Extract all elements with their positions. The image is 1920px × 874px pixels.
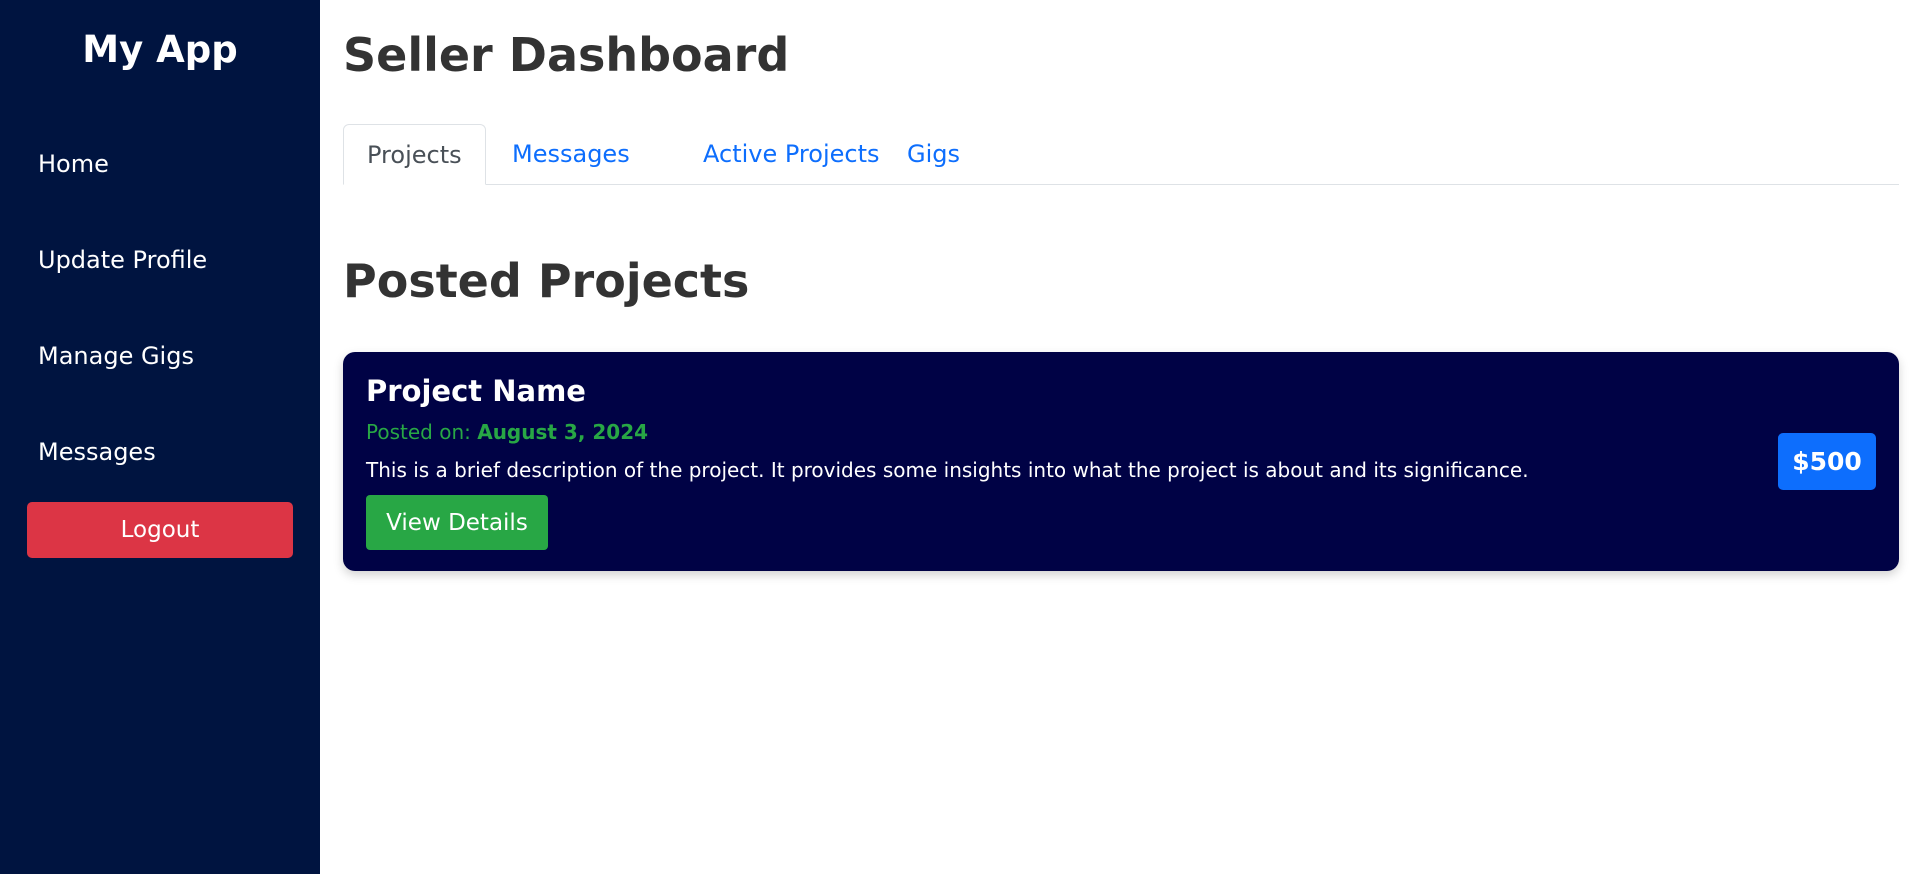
tab-bar: Projects Messages Active Projects Gigs: [343, 124, 1899, 185]
posted-date-value: August 3, 2024: [477, 420, 649, 444]
main-content: Seller Dashboard Projects Messages Activ…: [320, 0, 1920, 874]
sidebar-item-messages[interactable]: Messages: [38, 438, 156, 466]
project-card: Project Name Posted on: August 3, 2024 T…: [343, 352, 1899, 571]
app-brand: My App: [82, 28, 238, 71]
price-badge: $500: [1778, 433, 1876, 490]
project-name: Project Name: [366, 374, 586, 408]
posted-label: Posted on:: [366, 420, 471, 444]
project-posted-date: Posted on: August 3, 2024: [366, 420, 648, 444]
app-layout: My App Home Update Profile Manage Gigs M…: [0, 0, 1920, 874]
project-description: This is a brief description of the proje…: [366, 458, 1529, 482]
tab-projects[interactable]: Projects: [343, 124, 486, 185]
tab-gigs[interactable]: Gigs: [907, 124, 960, 185]
sidebar-item-home[interactable]: Home: [38, 150, 109, 178]
tab-messages[interactable]: Messages: [512, 124, 630, 185]
page-title: Seller Dashboard: [343, 28, 790, 82]
sidebar-item-manage-gigs[interactable]: Manage Gigs: [38, 342, 194, 370]
sidebar: My App Home Update Profile Manage Gigs M…: [0, 0, 320, 874]
section-title: Posted Projects: [343, 254, 750, 308]
logout-button[interactable]: Logout: [27, 502, 293, 558]
tab-active-projects[interactable]: Active Projects: [703, 124, 879, 185]
sidebar-item-update-profile[interactable]: Update Profile: [38, 246, 207, 274]
view-details-button[interactable]: View Details: [366, 495, 548, 550]
